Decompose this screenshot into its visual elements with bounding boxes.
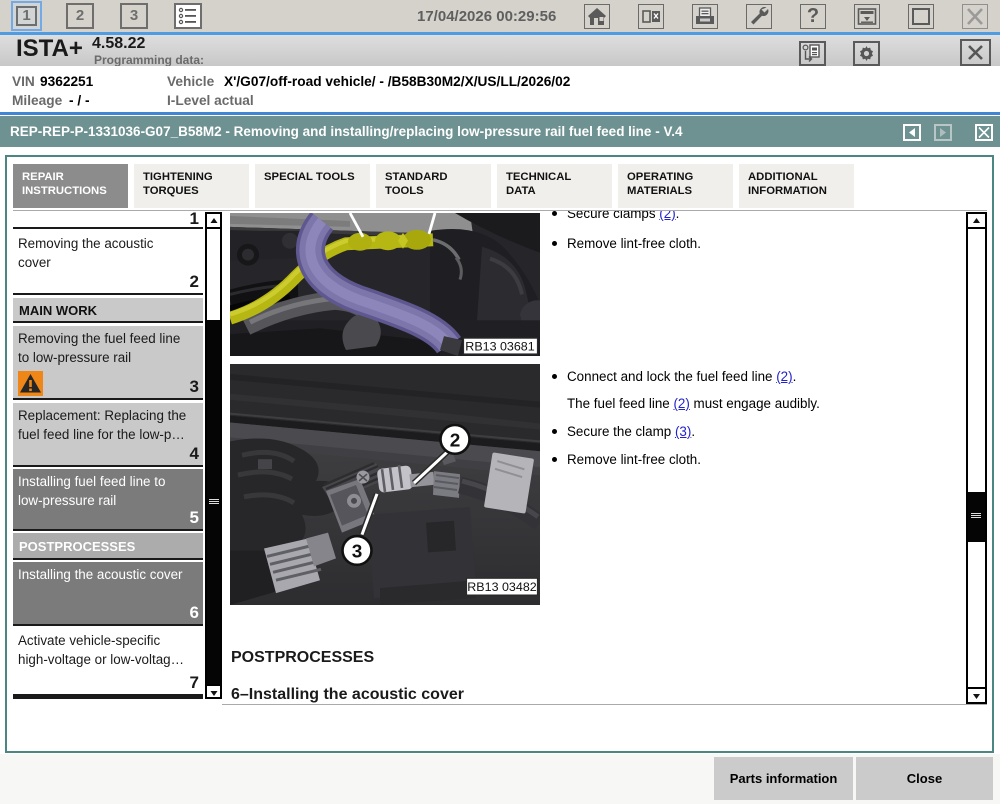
svg-text:RB13 03681: RB13 03681 <box>465 340 534 354</box>
svg-text:RB13 03482: RB13 03482 <box>467 580 537 594</box>
svg-text:3: 3 <box>352 541 363 562</box>
svg-text:2: 2 <box>450 430 461 451</box>
